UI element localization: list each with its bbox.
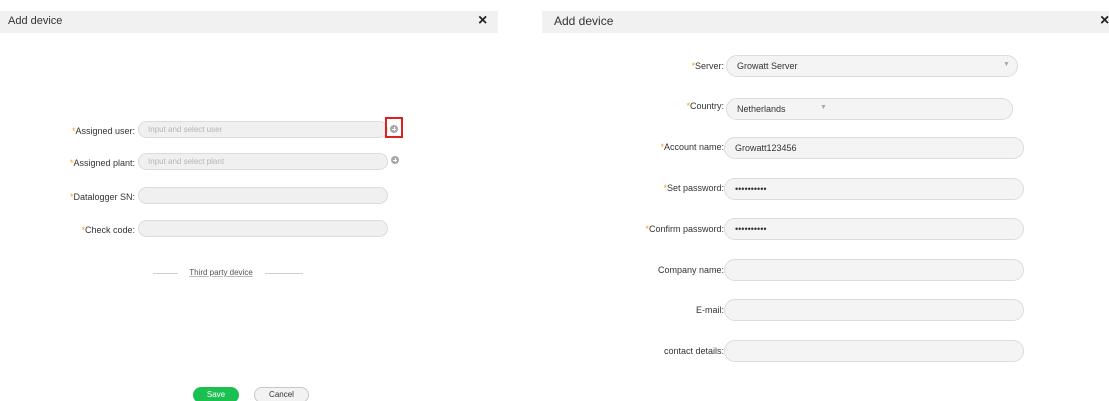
confirm-password-value: ••••••••••: [735, 224, 767, 234]
datalogger-sn-text[interactable]: [139, 188, 387, 203]
company-name-input[interactable]: [724, 259, 1024, 281]
check-code-label: *Check code:: [81, 225, 135, 235]
add-device-dialog-left: Add device × *Assigned user: *Assigned p…: [0, 0, 498, 401]
account-name-value: Growatt123456: [735, 143, 797, 153]
check-code-text[interactable]: [139, 221, 387, 236]
dialog-titlebar: Add device ×: [542, 11, 1109, 33]
company-name-text[interactable]: [725, 260, 1023, 280]
assigned-plant-text[interactable]: [139, 154, 387, 169]
server-value: Growatt Server: [737, 61, 798, 71]
server-label: *Server:: [691, 61, 724, 71]
highlight-box: [385, 117, 403, 138]
assigned-plant-label: *Assigned plant:: [69, 158, 135, 168]
assigned-user-text[interactable]: [139, 122, 387, 137]
close-icon[interactable]: ×: [1100, 13, 1109, 29]
dialog-title: Add device: [554, 14, 614, 28]
country-label: *Country:: [686, 101, 724, 111]
assigned-user-label: *Assigned user:: [71, 126, 135, 136]
third-party-device-link[interactable]: Third party device: [180, 268, 262, 277]
email-label: E-mail:: [695, 305, 724, 315]
email-text[interactable]: [725, 300, 1023, 320]
confirm-password-input[interactable]: ••••••••••: [724, 218, 1024, 240]
server-select[interactable]: Growatt Server ▼: [726, 55, 1018, 77]
account-name-label: *Account name:: [660, 142, 724, 152]
save-button[interactable]: Save: [193, 387, 239, 401]
email-input[interactable]: [724, 299, 1024, 321]
company-name-label: Company name:: [657, 265, 724, 275]
account-name-input[interactable]: Growatt123456: [724, 137, 1024, 159]
datalogger-sn-label: *Datalogger SN:: [69, 192, 135, 202]
confirm-password-label: *Confirm password:: [645, 224, 724, 234]
contact-details-input[interactable]: [724, 340, 1024, 362]
divider-line-left: [153, 273, 178, 274]
country-select[interactable]: Netherlands ▼: [726, 98, 1013, 120]
assigned-user-input[interactable]: [138, 121, 388, 138]
caret-down-icon: ▼: [1003, 61, 1010, 68]
set-password-input[interactable]: ••••••••••: [724, 178, 1024, 200]
datalogger-sn-input[interactable]: [138, 187, 388, 204]
check-code-input[interactable]: [138, 220, 388, 237]
add-device-dialog-right: Add device × *Server: Growatt Server ▼ *…: [542, 0, 1109, 401]
country-value: Netherlands: [737, 104, 786, 114]
dialog-title: Add device: [8, 15, 63, 27]
divider-line-right: [265, 273, 303, 274]
contact-details-text[interactable]: [725, 341, 1023, 361]
dialog-titlebar: Add device ×: [0, 11, 498, 33]
contact-details-label: contact details:: [663, 346, 724, 356]
assigned-plant-input[interactable]: [138, 153, 388, 170]
add-plant-plus-icon[interactable]: [391, 156, 399, 164]
cancel-button[interactable]: Cancel: [254, 387, 309, 401]
set-password-label: *Set password:: [663, 183, 724, 193]
set-password-value: ••••••••••: [735, 184, 767, 194]
caret-down-icon: ▼: [820, 104, 827, 111]
close-icon[interactable]: ×: [478, 13, 487, 29]
